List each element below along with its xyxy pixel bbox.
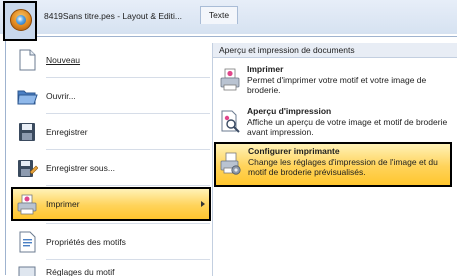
submenu-header: Aperçu et impression de documents [213,43,457,58]
submenu-item-description: Change les réglages d'impression de l'im… [248,157,438,177]
properties-document-icon [16,230,38,254]
submenu-arrow-icon [201,201,205,207]
menu-commands: Nouveau Ouvrir... Enregistrer Enregistre… [11,43,213,276]
menu-item-nouveau[interactable]: Nouveau [12,43,210,77]
submenu-item-description: Permet d'imprimer votre motif et votre i… [247,75,427,95]
menu-item-enregistrer-sous[interactable]: Enregistrer sous... [12,151,210,185]
open-folder-icon [16,84,38,108]
tab-texte[interactable]: Texte [200,6,238,24]
menu-item-enregistrer[interactable]: Enregistrer [12,115,210,149]
new-document-icon [16,48,38,72]
menu-item-proprietes[interactable]: Propriétés des motifs [12,225,210,259]
title-bar: 8419Sans titre.pes - Layout & Editi... T… [0,0,457,41]
printer-icon [16,193,38,217]
menu-item-label: Enregistrer sous... [46,163,115,173]
menu-item-label: Ouvrir... [46,91,76,101]
submenu-item-imprimer[interactable]: Imprimer Permet d'imprimer votre motif e… [213,61,453,99]
submenu-item-apercu[interactable]: Aperçu d'impression Affiche un aperçu de… [213,103,453,141]
menu-item-label: Enregistrer [46,127,88,137]
menu-item-label: Nouveau [46,55,81,65]
window-title: 8419Sans titre.pes - Layout & Editi... [44,11,182,21]
print-preview-icon [219,109,241,135]
submenu-item-configurer[interactable]: Configurer imprimante Change les réglage… [214,142,452,187]
menu-item-label: Propriétés des motifs [46,237,126,247]
menu-item-ouvrir[interactable]: Ouvrir... [12,79,210,113]
save-as-disk-icon [16,156,39,180]
printer-icon [219,67,241,93]
print-submenu: Aperçu et impression de documents Imprim… [213,43,457,276]
settings-icon [16,265,38,276]
application-menu: Nouveau Ouvrir... Enregistrer Enregistre… [5,36,457,276]
menu-item-imprimer[interactable]: Imprimer [11,187,211,221]
submenu-item-title: Aperçu d'impression [247,106,332,116]
save-disk-icon [16,120,38,144]
application-menu-button[interactable] [3,1,37,41]
submenu-item-title: Configurer imprimante [248,146,340,156]
submenu-item-title: Imprimer [247,64,284,74]
menu-item-label: Imprimer [46,199,80,209]
printer-setup-icon [220,151,242,177]
menu-item-reglages[interactable]: Réglages du motif [12,261,210,276]
submenu-item-description: Affiche un aperçu de votre image et moti… [247,117,448,137]
app-logo-icon [10,9,32,31]
